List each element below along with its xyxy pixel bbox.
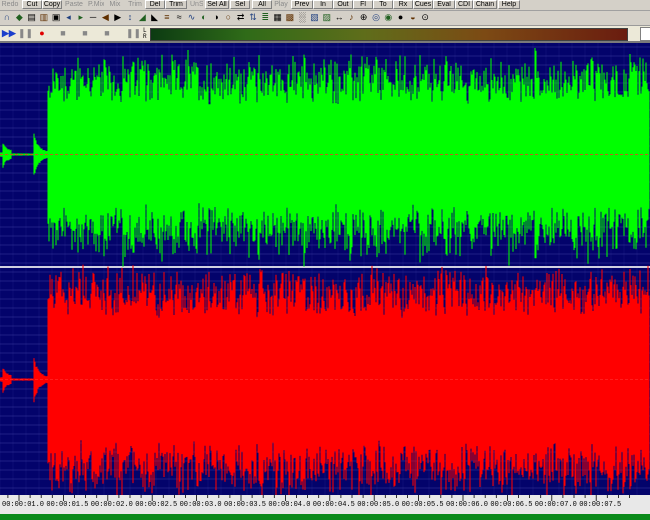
skip-end-icon[interactable]: ■: [102, 28, 112, 39]
toolbar-button-p-mix: P.Mix: [88, 1, 104, 8]
toolbar-button-trim[interactable]: Trim: [165, 0, 187, 9]
mono-icon[interactable]: ○: [223, 12, 233, 23]
ruler-label: 00:00:03.0: [179, 501, 222, 509]
ruler-label: 00:00:04.5: [312, 501, 355, 509]
toolbar-button-mix: Mix: [109, 1, 121, 8]
toolbar-button-in[interactable]: In: [313, 0, 333, 9]
trim-icon[interactable]: ─: [88, 12, 98, 23]
toolbar-button-play: Play: [274, 1, 288, 8]
meter-peak-box[interactable]: [640, 27, 650, 41]
channel-left-icon[interactable]: ◐: [199, 12, 209, 23]
marker-icon[interactable]: ◆: [14, 12, 24, 23]
stop-icon[interactable]: ■: [58, 28, 68, 39]
toolbar-button-trim: Trim: [128, 1, 142, 8]
toolbar-button-chain[interactable]: Chain: [473, 0, 497, 9]
stretch-icon[interactable]: ↔: [334, 12, 344, 23]
equalizer-icon[interactable]: ≣: [260, 12, 270, 23]
loop-icon[interactable]: ∩: [2, 12, 12, 23]
zoom-in-icon[interactable]: ▤: [27, 12, 37, 23]
icon-toolbar: ∩ ◆ ▤ ▥ ▣ ◂ ▸ ─ ◀ ▶ ↕ ◢ ◣ ≡ ≈ ∿ ◐ ◑ ○ ⇄ ⇅ ≣ ▦ ▩ ░ ▧ ▨ ↔ ♪ ⊕ ◎ ◉ ● ◒ ⊙: [0, 11, 650, 26]
toolbar-button-sel[interactable]: Sel: [230, 0, 250, 9]
waveform-canvas[interactable]: [0, 43, 650, 501]
select-left-icon[interactable]: ◂: [64, 12, 74, 23]
ruler-label: 00:00:07.0: [534, 501, 577, 509]
zoom-out-icon[interactable]: ▥: [39, 12, 49, 23]
toolbar-button-fl[interactable]: Fl: [353, 0, 373, 9]
toolbar-button-out[interactable]: Out: [333, 0, 353, 9]
toolbar-button-redo: Redo: [1, 1, 19, 8]
fade-out-icon[interactable]: ◣: [150, 12, 160, 23]
fast-forward-icon[interactable]: ▶: [113, 12, 123, 23]
toolbar-button-unsel: UnSel: [190, 1, 203, 8]
filter-icon[interactable]: ▧: [310, 12, 320, 23]
ruler-label: 00:00:02.5: [135, 501, 178, 509]
channel-right-icon[interactable]: ◑: [211, 12, 221, 23]
toolbar-button-to[interactable]: To: [373, 0, 393, 9]
dc-offset-icon[interactable]: ▨: [322, 12, 332, 23]
split-icon[interactable]: ↕: [125, 12, 135, 23]
toolbar-button-all[interactable]: All: [252, 0, 272, 9]
ruler-label: 00:00:06.5: [490, 501, 533, 509]
toolbar-button-paste: Paste: [65, 1, 83, 8]
rewind-icon[interactable]: ◀: [100, 12, 110, 23]
record-icon[interactable]: ●: [37, 28, 47, 39]
record-level-icon[interactable]: ◎: [371, 12, 381, 23]
ruler-label: 00:00:03.5: [224, 501, 267, 509]
compressor-icon[interactable]: ▦: [273, 12, 283, 23]
pause-end-icon[interactable]: ❚❚: [126, 28, 141, 39]
fade-in-icon[interactable]: ◢: [137, 12, 147, 23]
pitch-icon[interactable]: ♪: [346, 12, 356, 23]
play-icon[interactable]: ▶▶: [2, 28, 16, 39]
ruler-label: 00:00:01.5: [46, 501, 89, 509]
waveform-display[interactable]: [0, 43, 650, 501]
toolbar-button-cut[interactable]: Cut: [22, 0, 42, 9]
toolbar-button-copy[interactable]: Copy: [42, 0, 62, 9]
select-right-icon[interactable]: ▸: [76, 12, 86, 23]
gain-icon[interactable]: ◉: [383, 12, 393, 23]
toolbar-button-prev[interactable]: Prev: [291, 0, 313, 9]
spectrum-icon[interactable]: ▩: [285, 12, 295, 23]
toolbar-button-sel-all[interactable]: Sel All: [205, 0, 229, 9]
ruler-label: 00:00:04.0: [268, 501, 311, 509]
reverse-icon[interactable]: ⇄: [236, 12, 246, 23]
stereo-icon[interactable]: ◒: [408, 12, 418, 23]
status-bar: [0, 514, 650, 520]
ruler-label: 00:00:02.0: [90, 501, 133, 509]
ruler-label: 00:00:01.0: [2, 501, 45, 509]
toolbar-button-eval[interactable]: Eval: [433, 0, 455, 9]
ruler-label: 00:00:06.0: [446, 501, 489, 509]
amplify-icon[interactable]: ≈: [174, 12, 184, 23]
main-toolbar: RedoCutCopyPasteP.MixMixTrimDelTrimUnSel…: [0, 0, 650, 11]
toolbar-button-del[interactable]: Del: [145, 0, 165, 9]
ruler-label: 00:00:05.5: [401, 501, 444, 509]
ruler-label: 00:00:07.5: [579, 501, 622, 509]
meter-label-right: R: [143, 33, 147, 40]
channel-divider: [0, 266, 650, 268]
normalize-icon[interactable]: ≡: [162, 12, 172, 23]
waveform-left-channel: [0, 48, 650, 267]
skip-start-icon[interactable]: ■: [80, 28, 90, 39]
fit-icon[interactable]: ▣: [51, 12, 61, 23]
clip-icon[interactable]: ●: [396, 12, 406, 23]
pause-icon[interactable]: ❚❚: [18, 28, 33, 39]
ruler-label: 00:00:05.0: [357, 501, 400, 509]
noise-icon[interactable]: ░: [297, 12, 307, 23]
invert-icon[interactable]: ⇅: [248, 12, 258, 23]
toolbar-button-rx[interactable]: Rx: [393, 0, 413, 9]
waveform-icon[interactable]: ∿: [187, 12, 197, 23]
toolbar-button-cues[interactable]: Cues: [413, 0, 433, 9]
level-meter: [150, 28, 628, 41]
toolbar-button-cdi[interactable]: CDI: [455, 0, 473, 9]
scale-icon[interactable]: ⊕: [359, 12, 369, 23]
headphones-icon[interactable]: ⊙: [420, 12, 430, 23]
toolbar-button-help[interactable]: Help: [498, 0, 520, 9]
